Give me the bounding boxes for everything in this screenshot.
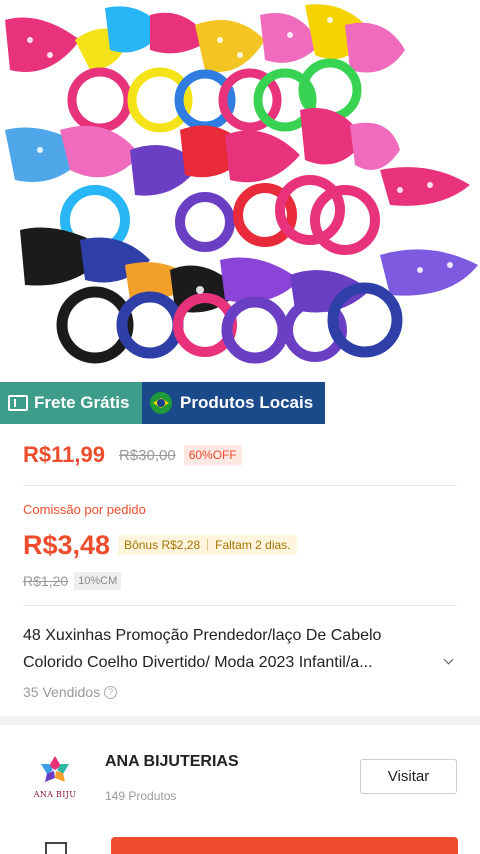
commission-value: R$3,48 [23, 529, 111, 560]
sold-count: 35 Vendidos ? [23, 684, 118, 700]
commission-base: R$1,20 [23, 573, 69, 589]
bonus-badge: Bônus R$2,28 Faltam 2 dias. [118, 535, 297, 555]
local-products-label: Produtos Locais [180, 393, 314, 412]
sold-count-label: 35 Vendidos [23, 684, 101, 700]
expand-title-chevron-icon[interactable] [442, 654, 456, 668]
product-title[interactable]: 48 Xuxinhas Promoção Prendedor/laço De C… [23, 622, 443, 676]
commission-rate-badge: 10%CM [74, 572, 122, 590]
shop-logo[interactable]: ANA BIJU [23, 752, 87, 806]
bonus-days-left: Faltam 2 dias. [215, 538, 291, 552]
price-row: R$11,99 R$30,00 60%OFF [23, 440, 242, 470]
brazil-flag-icon [150, 392, 172, 414]
commission-base-row: R$1,20 10%CM [23, 570, 122, 592]
info-icon[interactable]: ? [104, 685, 118, 699]
product-title-line2: Colorido Coelho Divertido/ Moda 2023 Inf… [23, 654, 373, 671]
discount-badge: 60%OFF [183, 445, 242, 465]
product-image[interactable] [0, 0, 480, 382]
ticket-icon [8, 395, 28, 411]
shop-product-count: 149 Produtos [105, 789, 177, 803]
bonus-amount: Bônus R$2,28 [124, 538, 201, 552]
bonus-separator [207, 539, 209, 551]
flower-logo-icon [41, 756, 69, 782]
hair-ties-photo [5, 4, 478, 364]
product-title-line1: 48 Xuxinhas Promoção Prendedor/laço De C… [23, 627, 382, 644]
divider [23, 485, 457, 486]
buy-button[interactable] [111, 837, 458, 854]
visit-shop-button[interactable]: Visitar [360, 759, 457, 794]
product-badges: Frete Grátis Produtos Locais [0, 382, 325, 424]
shop-name[interactable]: ANA BIJUTERIAS [105, 753, 239, 771]
divider [23, 605, 457, 606]
free-shipping-label: Frete Grátis [34, 393, 130, 412]
free-shipping-badge: Frete Grátis [0, 382, 142, 424]
original-price: R$30,00 [118, 446, 176, 464]
current-price: R$11,99 [23, 442, 105, 467]
section-gap [0, 716, 480, 725]
store-icon[interactable] [45, 842, 67, 854]
commission-label: Comissão por pedido [23, 502, 146, 517]
shop-logo-text: ANA BIJU [33, 790, 77, 799]
bottom-action-bar [0, 830, 480, 854]
commission-row: R$3,48 Bônus R$2,28 Faltam 2 dias. [23, 528, 297, 562]
local-products-badge: Produtos Locais [142, 382, 325, 424]
